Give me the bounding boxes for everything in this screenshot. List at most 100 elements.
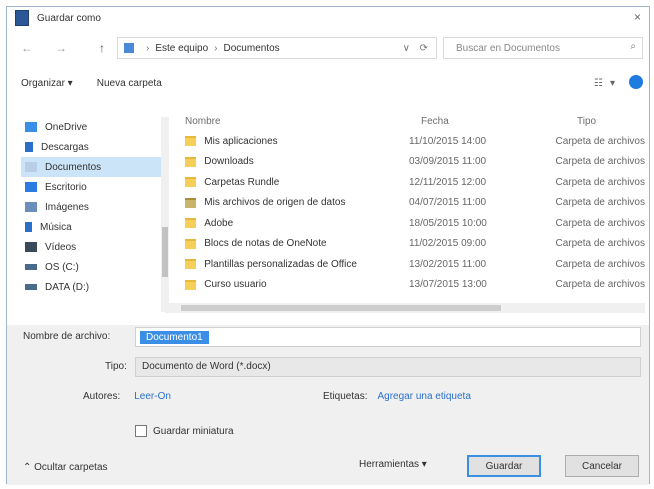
dialog-footer: ⌃ Ocultar carpetas Herramientas ▾ Guarda… <box>7 445 649 485</box>
filename-label: Nombre de archivo: <box>23 331 111 342</box>
file-type: Carpeta de archivos <box>555 176 646 188</box>
filename-row: Nombre de archivo: <box>23 331 110 342</box>
address-bar: ← → ↑ › Este equipo › Documentos ∨ ⟳ Bus… <box>7 35 649 61</box>
filename-input[interactable]: Documento1 <box>135 327 641 347</box>
folder-icon <box>185 259 197 270</box>
close-button[interactable]: × <box>634 10 641 24</box>
sidebar-item-drive-d[interactable]: DATA (D:) <box>21 277 167 297</box>
navigation-pane: OneDrive Descargas Documentos Escritorio… <box>21 117 169 317</box>
desktop-icon <box>25 182 37 192</box>
sidebar-item-pictures[interactable]: Imágenes <box>21 197 167 217</box>
file-name: Blocs de notas de OneNote <box>204 238 327 250</box>
file-list: Nombre Fecha Tipo Mis aplicaciones 11/10… <box>175 111 645 315</box>
type-label: Tipo: <box>105 361 127 372</box>
save-thumbnail-checkbox[interactable] <box>135 425 147 437</box>
folder-icon <box>185 136 197 147</box>
file-type-select[interactable]: Documento de Word (*.docx) <box>135 357 641 377</box>
sidebar-item-label: Escritorio <box>45 181 87 193</box>
filename-value: Documento1 <box>140 331 209 344</box>
file-type: Carpeta de archivos <box>555 279 646 291</box>
cloud-icon <box>25 122 37 132</box>
view-options-icon[interactable]: ☷ <box>594 78 603 89</box>
sidebar-item-label: DATA (D:) <box>45 281 90 293</box>
cancel-button[interactable]: Cancelar <box>565 455 639 477</box>
folder-icon <box>185 279 197 290</box>
column-header-date[interactable]: Fecha <box>421 116 577 127</box>
sidebar-item-downloads[interactable]: Descargas <box>21 137 167 157</box>
sidebar-item-label: Música <box>40 221 72 233</box>
sidebar-item-label: Documentos <box>45 161 102 173</box>
folder-icon <box>185 238 197 249</box>
sidebar-item-label: Imágenes <box>45 201 89 213</box>
file-date: 11/10/2015 14:00 <box>409 135 487 147</box>
column-header-type[interactable]: Tipo <box>577 116 596 127</box>
save-as-dialog: Guardar como × ← → ↑ › Este equipo › Doc… <box>6 6 650 485</box>
breadcrumb[interactable]: › Este equipo › Documentos ∨ ⟳ <box>117 37 437 59</box>
word-app-icon <box>15 10 29 26</box>
scrollbar-thumb[interactable] <box>181 305 501 311</box>
new-folder-button[interactable]: Nueva carpeta <box>97 78 162 89</box>
music-icon <box>25 222 32 232</box>
help-icon[interactable] <box>629 75 643 89</box>
sidebar-item-desktop[interactable]: Escritorio <box>21 177 167 197</box>
document-icon <box>25 162 37 172</box>
horizontal-scrollbar[interactable] <box>165 303 645 313</box>
drive-icon <box>25 264 37 270</box>
breadcrumb-separator: › <box>214 42 218 54</box>
sidebar-item-videos[interactable]: Vídeos <box>21 237 167 257</box>
data-source-folder-icon <box>185 197 197 208</box>
column-header-name[interactable]: Nombre <box>175 116 421 127</box>
up-arrow-icon[interactable]: ↑ <box>99 41 105 55</box>
scrollbar-thumb[interactable] <box>162 227 168 277</box>
file-name: Mis aplicaciones <box>204 135 278 147</box>
tags-field[interactable]: Agregar una etiqueta <box>377 391 470 402</box>
file-name: Curso usuario <box>204 279 267 291</box>
breadcrumb-item-documents[interactable]: Documentos <box>224 43 280 54</box>
list-item[interactable]: Plantillas personalizadas de Office 13/0… <box>175 254 645 275</box>
sidebar-item-onedrive[interactable]: OneDrive <box>21 117 167 137</box>
list-item[interactable]: Downloads 03/09/2015 11:00 Carpeta de ar… <box>175 152 645 173</box>
sidebar-item-music[interactable]: Música <box>21 217 167 237</box>
chevron-down-icon[interactable]: ∨ <box>403 43 410 54</box>
search-input[interactable]: Buscar en Documentos ⌕ <box>443 37 643 59</box>
nav-scrollbar[interactable] <box>161 117 169 312</box>
hide-folders-button[interactable]: ⌃ Ocultar carpetas <box>23 462 108 473</box>
column-headers: Nombre Fecha Tipo <box>175 111 645 131</box>
file-name: Mis archivos de origen de datos <box>204 197 346 209</box>
sidebar-item-drive-c[interactable]: OS (C:) <box>21 257 167 277</box>
title-bar: Guardar como × <box>7 7 649 29</box>
computer-icon <box>124 43 134 53</box>
folder-icon <box>185 156 197 167</box>
sidebar-item-label: OS (C:) <box>45 261 79 273</box>
list-item[interactable]: Carpetas Rundle 12/11/2015 12:00 Carpeta… <box>175 172 645 193</box>
command-bar: Organizar ▾ Nueva carpeta ☷ ▾ <box>7 71 649 95</box>
authors-label: Autores: <box>83 391 121 402</box>
save-button[interactable]: Guardar <box>467 455 541 477</box>
forward-arrow-icon[interactable]: → <box>55 41 67 55</box>
file-type: Carpeta de archivos <box>555 258 646 270</box>
folder-icon <box>185 177 197 188</box>
file-date: 18/05/2015 10:00 <box>409 217 487 229</box>
sidebar-item-label: Descargas <box>41 141 89 153</box>
file-date: 03/09/2015 11:00 <box>409 156 487 168</box>
back-arrow-icon[interactable]: ← <box>21 41 33 55</box>
file-name: Plantillas personalizadas de Office <box>204 258 357 270</box>
list-item[interactable]: Mis archivos de origen de datos 04/07/20… <box>175 193 645 214</box>
breadcrumb-item-this-pc[interactable]: Este equipo <box>155 43 208 54</box>
authors-field[interactable]: Leer-On <box>134 391 171 402</box>
tools-menu-button[interactable]: Herramientas ▾ <box>359 459 427 470</box>
list-item[interactable]: Adobe 18/05/2015 10:00 Carpeta de archiv… <box>175 213 645 234</box>
breadcrumb-separator: › <box>146 42 150 54</box>
refresh-icon[interactable]: ⟳ <box>420 43 428 54</box>
tags-row: Etiquetas: Agregar una etiqueta <box>323 391 471 402</box>
file-date: 13/07/2015 13:00 <box>409 279 487 291</box>
file-date: 12/11/2015 12:00 <box>409 176 487 188</box>
authors-row: Autores: Leer-On <box>83 391 171 402</box>
list-item[interactable]: Blocs de notas de OneNote 11/02/2015 09:… <box>175 234 645 255</box>
organize-button[interactable]: Organizar ▾ <box>21 78 73 89</box>
file-type: Carpeta de archivos <box>555 156 646 168</box>
list-item[interactable]: Mis aplicaciones 11/10/2015 14:00 Carpet… <box>175 131 645 152</box>
chevron-down-icon[interactable]: ▾ <box>610 78 615 89</box>
list-item[interactable]: Curso usuario 13/07/2015 13:00 Carpeta d… <box>175 275 645 296</box>
sidebar-item-documents[interactable]: Documentos <box>21 157 167 177</box>
